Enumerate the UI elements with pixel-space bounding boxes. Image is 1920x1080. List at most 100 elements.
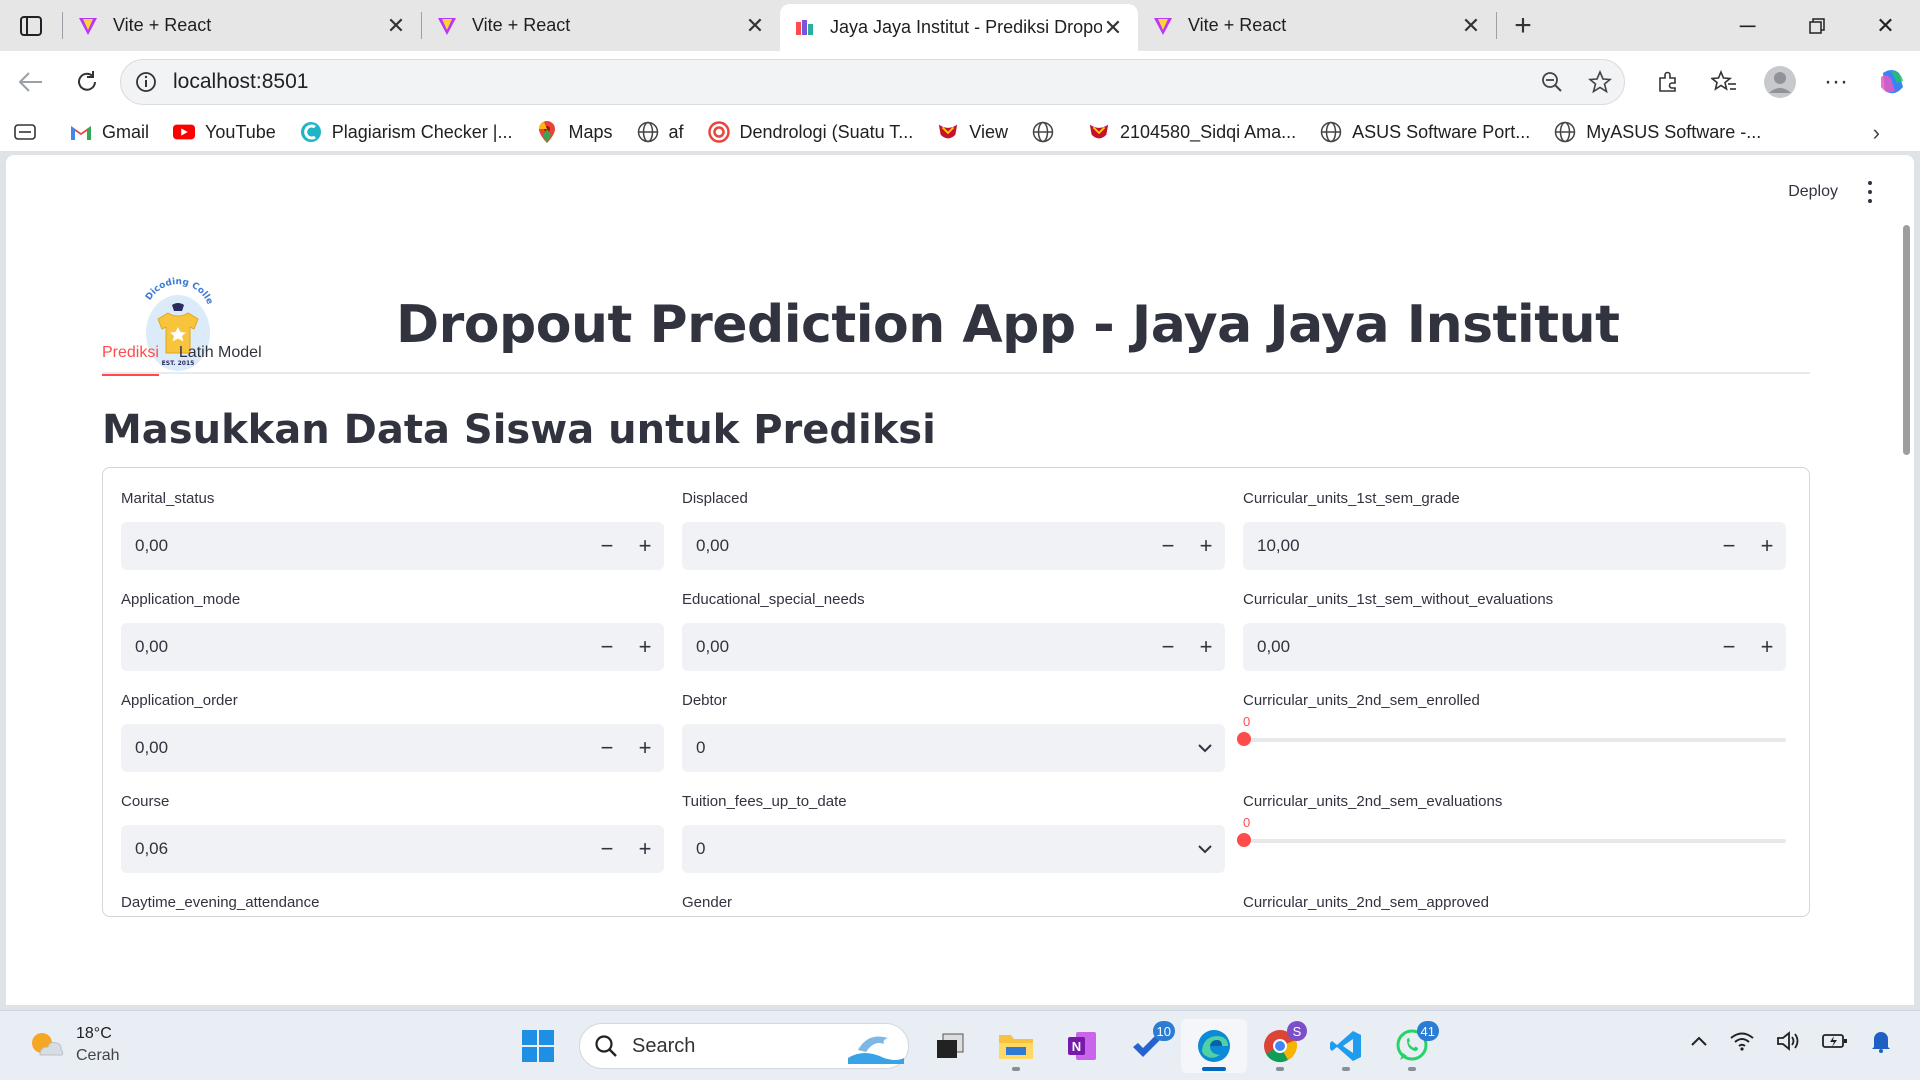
decrement-button[interactable]: − [588, 825, 626, 873]
notifications-bell-icon[interactable] [1870, 1029, 1892, 1053]
decrement-button[interactable]: − [1710, 623, 1748, 671]
bookmark-plagiarism[interactable]: Plagiarism Checker |... [300, 121, 512, 143]
decrement-button[interactable]: − [588, 623, 626, 671]
reload-button[interactable] [62, 60, 112, 104]
input-value[interactable]: 0,00 [121, 637, 588, 657]
chevron-down-icon[interactable] [1185, 844, 1225, 854]
main-menu-kebab-icon[interactable] [1862, 181, 1878, 203]
decrement-button[interactable]: − [588, 522, 626, 570]
weather-widget[interactable]: 18°C Cerah [28, 1023, 120, 1067]
browser-tab-2[interactable]: Vite + React ✕ [422, 0, 780, 51]
cu2-evaluations-slider[interactable]: 0 [1237, 815, 1786, 855]
increment-button[interactable]: + [1748, 522, 1786, 570]
page-scrollbar[interactable] [1900, 215, 1914, 1005]
file-explorer-button[interactable] [983, 1019, 1049, 1073]
decrement-button[interactable]: − [1149, 623, 1187, 671]
bookmark-youtube[interactable]: YouTube [173, 121, 276, 143]
input-value[interactable]: 0,00 [682, 637, 1149, 657]
close-window-button[interactable]: ✕ [1851, 0, 1920, 51]
site-info-icon[interactable] [135, 71, 157, 93]
input-value[interactable]: 0,06 [121, 839, 588, 859]
increment-button[interactable]: + [1187, 623, 1225, 671]
battery-icon[interactable] [1822, 1031, 1848, 1051]
marital-status-input[interactable]: 0,00 − + [121, 522, 664, 570]
input-value[interactable]: 0,00 [121, 738, 588, 758]
decrement-button[interactable]: − [588, 724, 626, 772]
start-button[interactable] [505, 1019, 571, 1073]
browser-tab-1[interactable]: Vite + React ✕ [63, 0, 421, 51]
cu2-enrolled-slider[interactable]: 0 [1237, 714, 1786, 754]
profile-button[interactable] [1752, 65, 1808, 99]
select-value[interactable]: 0 [682, 839, 1185, 859]
tab-actions-button[interactable] [0, 0, 62, 51]
whatsapp-button[interactable]: 41 [1379, 1019, 1445, 1073]
vscode-button[interactable] [1313, 1019, 1379, 1073]
onenote-button[interactable]: N [1049, 1019, 1115, 1073]
slider-track[interactable] [1243, 738, 1786, 742]
taskbar-search[interactable]: Search [579, 1023, 909, 1069]
application-mode-input[interactable]: 0,00 − + [121, 623, 664, 671]
copilot-button[interactable] [1864, 67, 1920, 97]
settings-more-button[interactable]: ··· [1808, 68, 1864, 96]
bookmark-view[interactable]: View [937, 121, 1008, 143]
slider-handle[interactable] [1237, 833, 1251, 847]
bookmark-dendrologi[interactable]: Dendrologi (Suatu T... [707, 121, 913, 143]
decrement-button[interactable]: − [1149, 522, 1187, 570]
input-value[interactable]: 0,00 [682, 536, 1149, 556]
input-value[interactable]: 0,00 [121, 536, 588, 556]
debtor-select[interactable]: 0 [682, 724, 1225, 772]
increment-button[interactable]: + [626, 522, 664, 570]
bookmark-maps[interactable]: Maps [536, 121, 613, 143]
application-order-input[interactable]: 0,00 − + [121, 724, 664, 772]
bookmark-af[interactable]: af [637, 121, 684, 143]
deploy-button[interactable]: Deploy [1788, 183, 1838, 201]
educational-special-needs-input[interactable]: 0,00 − + [682, 623, 1225, 671]
bookmark-sidqi[interactable]: 2104580_Sidqi Ama... [1088, 121, 1296, 143]
close-tab-icon[interactable]: ✕ [744, 13, 766, 38]
chevron-down-icon[interactable] [1185, 743, 1225, 753]
show-hidden-icons-chevron-icon[interactable] [1690, 1035, 1708, 1047]
edge-button[interactable] [1181, 1019, 1247, 1073]
wifi-icon[interactable] [1730, 1031, 1754, 1051]
input-value[interactable]: 10,00 [1243, 536, 1710, 556]
favorite-star-icon[interactable] [1576, 70, 1624, 94]
cu1-without-evaluations-input[interactable]: 0,00 − + [1243, 623, 1786, 671]
chrome-button[interactable]: S [1247, 1019, 1313, 1073]
bookmark-gmail[interactable]: Gmail [70, 121, 149, 143]
close-tab-icon[interactable]: ✕ [1102, 15, 1124, 40]
bookmark-asus-portal[interactable]: ASUS Software Port... [1320, 121, 1530, 143]
increment-button[interactable]: + [626, 825, 664, 873]
back-button[interactable] [6, 60, 56, 104]
bookmark-globe[interactable] [1032, 121, 1064, 143]
increment-button[interactable]: + [626, 623, 664, 671]
course-input[interactable]: 0,06 − + [121, 825, 664, 873]
close-tab-icon[interactable]: ✕ [1460, 13, 1482, 38]
decrement-button[interactable]: − [1710, 522, 1748, 570]
todo-button[interactable]: 10 [1115, 1019, 1181, 1073]
minimize-button[interactable]: ─ [1713, 0, 1782, 51]
input-value[interactable]: 0,00 [1243, 637, 1710, 657]
scrollbar-thumb[interactable] [1903, 225, 1910, 455]
increment-button[interactable]: + [1748, 623, 1786, 671]
slider-handle[interactable] [1237, 732, 1251, 746]
slider-track[interactable] [1243, 839, 1786, 843]
zoom-out-icon[interactable] [1528, 71, 1576, 93]
browser-tab-3-active[interactable]: Jaya Jaya Institut - Prediksi Dropo ✕ [780, 4, 1138, 51]
bookmark-myasus[interactable]: MyASUS Software -... [1554, 121, 1761, 143]
address-bar[interactable]: localhost:8501 [120, 59, 1625, 105]
url-text[interactable]: localhost:8501 [173, 70, 1528, 94]
cu1-grade-input[interactable]: 10,00 − + [1243, 522, 1786, 570]
select-value[interactable]: 0 [682, 738, 1185, 758]
increment-button[interactable]: + [626, 724, 664, 772]
favorites-button[interactable] [1696, 70, 1752, 94]
restore-button[interactable] [1782, 0, 1851, 51]
displaced-input[interactable]: 0,00 − + [682, 522, 1225, 570]
bookmarks-sidebar-button[interactable] [14, 121, 46, 143]
task-view-button[interactable] [917, 1019, 983, 1073]
close-tab-icon[interactable]: ✕ [385, 13, 407, 38]
volume-icon[interactable] [1776, 1030, 1800, 1052]
browser-tab-4[interactable]: Vite + React ✕ [1138, 0, 1496, 51]
tuition-fees-select[interactable]: 0 [682, 825, 1225, 873]
more-bookmarks-chevron-icon[interactable]: › [1873, 120, 1880, 146]
extensions-button[interactable] [1640, 70, 1696, 94]
